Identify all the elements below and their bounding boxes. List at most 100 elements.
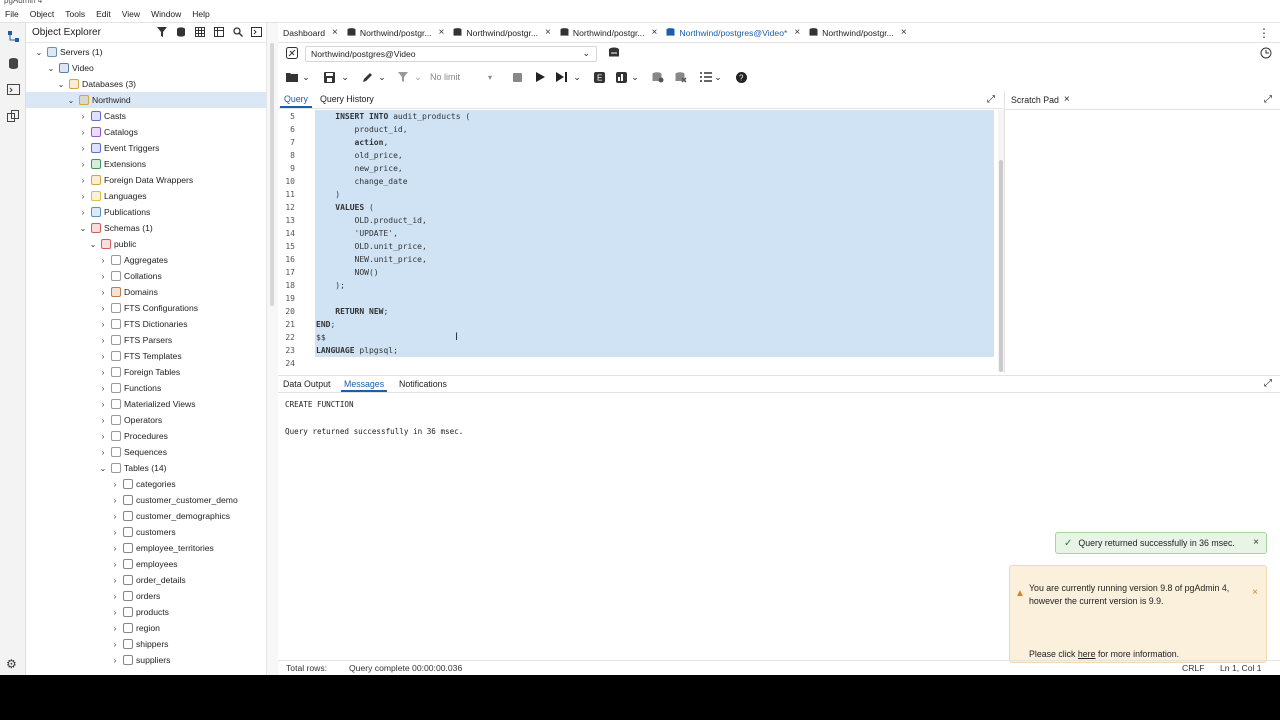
notice-link[interactable]: here (1078, 649, 1096, 659)
explain-icon[interactable]: E (592, 69, 606, 85)
tree-node[interactable]: › Operators (98, 412, 162, 428)
chevron-right-icon[interactable]: › (110, 608, 120, 617)
tab-dashboard[interactable]: Dashboard × (278, 23, 342, 43)
chevron-right-icon[interactable]: › (110, 592, 120, 601)
chevron-right-icon[interactable]: › (98, 336, 108, 345)
chevron-right-icon[interactable]: › (110, 496, 120, 505)
chevron-right-icon[interactable]: › (98, 272, 108, 281)
filter-icon[interactable] (396, 69, 410, 85)
stop-icon[interactable] (510, 69, 524, 85)
tree-node[interactable]: › FTS Parsers (98, 332, 172, 348)
expand-icon[interactable]: ⤢ (1264, 378, 1272, 389)
tree-node[interactable]: › customer_customer_demo (110, 492, 238, 508)
save-icon[interactable] (322, 69, 336, 85)
object-explorer-icon[interactable] (5, 28, 21, 44)
chevron-right-icon[interactable]: › (110, 512, 120, 521)
tree-node[interactable]: ⌄ Databases (3) (56, 76, 136, 92)
chevron-down-icon[interactable]: ⌄ (572, 69, 582, 85)
chevron-down-icon[interactable]: ⌄ (66, 96, 76, 105)
tree-node[interactable]: › FTS Templates (98, 348, 182, 364)
tree-node[interactable]: › Domains (98, 284, 158, 300)
tree-node[interactable]: › Catalogs (78, 124, 138, 140)
menu-object[interactable]: Object (30, 9, 55, 19)
connection-status-icon[interactable] (286, 47, 298, 61)
chevron-right-icon[interactable]: › (110, 560, 120, 569)
query-tool-icon[interactable] (175, 26, 186, 37)
help-icon[interactable]: ? (734, 69, 748, 85)
menu-window[interactable]: Window (151, 9, 181, 19)
settings-gear-icon[interactable]: ⚙ (6, 657, 17, 671)
chevron-right-icon[interactable]: › (78, 208, 88, 217)
format-list-icon[interactable] (699, 69, 713, 85)
tab-query-5[interactable]: Northwind/postgr... × (804, 23, 911, 43)
tree-node[interactable]: › Languages (78, 188, 147, 204)
tab-query-3[interactable]: Northwind/postgr... × (555, 23, 662, 43)
new-connection-icon[interactable] (608, 47, 620, 61)
close-icon[interactable]: × (652, 27, 658, 38)
tree-node[interactable]: › shippers (110, 636, 168, 652)
menu-help[interactable]: Help (192, 9, 209, 19)
panel-splitter[interactable] (266, 23, 278, 675)
tree-node[interactable]: › employees (110, 556, 178, 572)
tab-notifications[interactable]: Notifications (396, 378, 450, 390)
tree-node[interactable]: ⌄ Servers (1) (34, 44, 103, 60)
psql-tool-icon[interactable] (251, 26, 262, 37)
tree-node[interactable]: › Aggregates (98, 252, 168, 268)
chevron-right-icon[interactable]: › (98, 256, 108, 265)
chevron-right-icon[interactable]: › (98, 304, 108, 313)
tab-query-1[interactable]: Northwind/postgr... × (342, 23, 449, 43)
chevron-right-icon[interactable]: › (78, 160, 88, 169)
chevron-down-icon[interactable]: ⌄ (413, 69, 423, 85)
tree-node[interactable]: › Publications (78, 204, 150, 220)
tab-query-active[interactable]: Northwind/postgres@Video* × (661, 23, 804, 43)
menu-tools[interactable]: Tools (65, 9, 85, 19)
tree-node[interactable]: › FTS Dictionaries (98, 316, 188, 332)
chevron-down-icon[interactable]: ⌄ (340, 69, 350, 85)
tree-node[interactable]: › customers (110, 524, 176, 540)
filter-icon[interactable] (156, 26, 167, 37)
tree-node[interactable]: › suppliers (110, 652, 170, 668)
close-icon[interactable]: × (545, 27, 551, 38)
expand-icon[interactable]: ⤢ (1264, 94, 1272, 105)
tab-query-history[interactable]: Query History (316, 92, 378, 106)
chevron-right-icon[interactable]: › (110, 640, 120, 649)
execute-options-icon[interactable] (554, 69, 568, 85)
chevron-right-icon[interactable]: › (98, 288, 108, 297)
tree-node[interactable]: › products (110, 604, 169, 620)
chevron-right-icon[interactable]: › (110, 656, 120, 665)
chevron-right-icon[interactable]: › (98, 448, 108, 457)
tree-node[interactable]: ⌄ Tables (14) (98, 460, 167, 476)
tree-node[interactable]: › Foreign Data Wrappers (78, 172, 193, 188)
search-icon[interactable] (232, 26, 243, 37)
chevron-right-icon[interactable]: › (110, 544, 120, 553)
tree-node[interactable]: › region (110, 620, 160, 636)
rollback-icon[interactable] (674, 69, 688, 85)
macros-icon[interactable] (1260, 47, 1272, 61)
tab-data-output[interactable]: Data Output (280, 378, 333, 390)
commit-icon[interactable] (651, 69, 665, 85)
tree-node[interactable]: › Sequences (98, 444, 167, 460)
tree-node[interactable]: › Collations (98, 268, 162, 284)
tree-node[interactable]: › orders (110, 588, 160, 604)
chevron-right-icon[interactable]: › (78, 192, 88, 201)
chevron-right-icon[interactable]: › (98, 368, 108, 377)
tree-node[interactable]: › employee_territories (110, 540, 214, 556)
tab-query[interactable]: Query (280, 92, 312, 108)
chevron-down-icon[interactable]: ⌄ (301, 69, 311, 85)
menu-edit[interactable]: Edit (96, 9, 111, 19)
chevron-down-icon[interactable]: ⌄ (630, 69, 640, 85)
view-data-icon[interactable] (194, 26, 205, 37)
chevron-down-icon[interactable]: ⌄ (56, 80, 66, 89)
sql-editor[interactable]: 5 INSERT INTO audit_products (6 product_… (278, 110, 996, 372)
chevron-right-icon[interactable]: › (98, 400, 108, 409)
chevron-right-icon[interactable]: › (110, 576, 120, 585)
open-file-icon[interactable] (285, 69, 299, 85)
close-icon[interactable]: × (1252, 587, 1258, 598)
tree-node[interactable]: ⌄ public (88, 236, 136, 252)
tree-node[interactable]: › Materialized Views (98, 396, 196, 412)
execute-icon[interactable] (533, 69, 547, 85)
tree-node[interactable]: ⌄ Northwind (26, 92, 266, 108)
explain-analyze-icon[interactable] (614, 69, 628, 85)
chevron-right-icon[interactable]: › (78, 112, 88, 121)
chevron-right-icon[interactable]: › (110, 480, 120, 489)
